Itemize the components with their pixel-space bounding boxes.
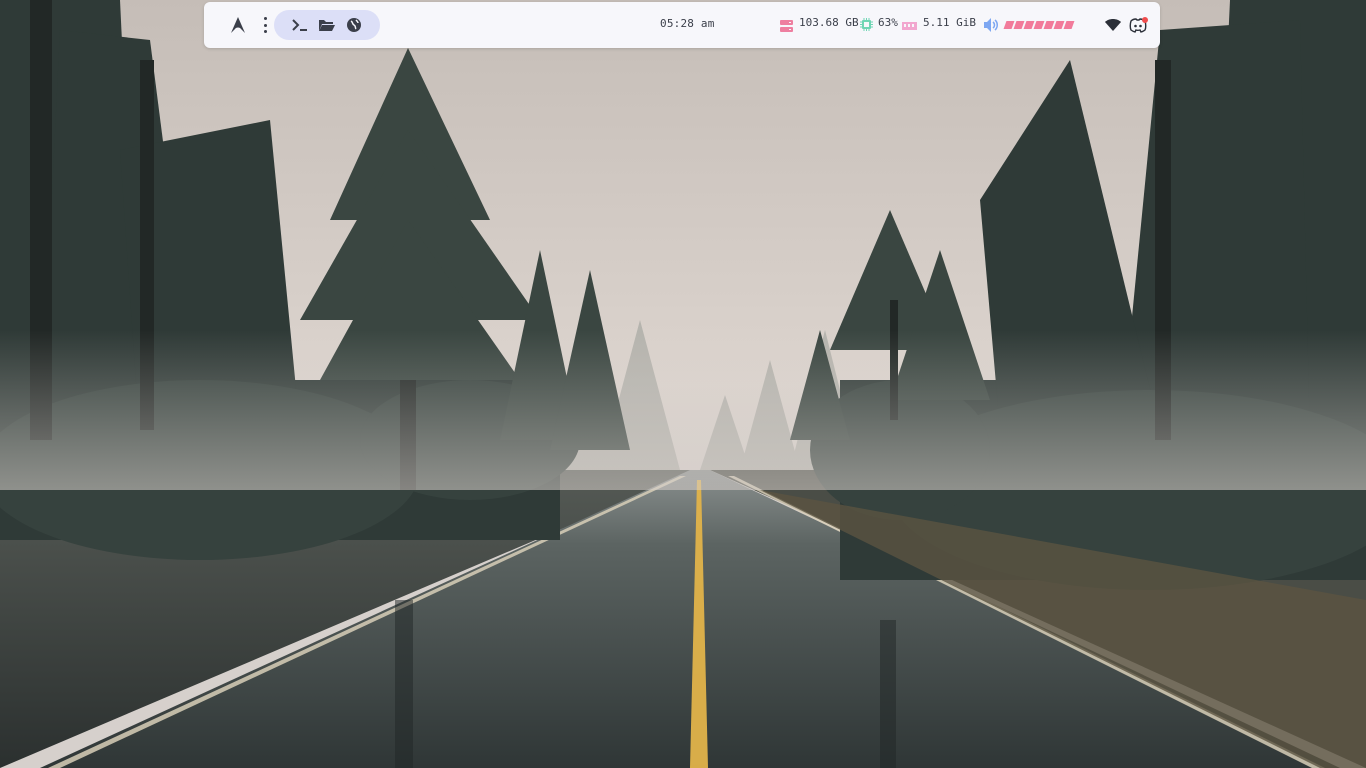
terminal-icon[interactable] (290, 16, 310, 34)
cpu-icon (860, 16, 873, 31)
desktop: 05:28 am 103.68 GB 63% 5.11 GiB (0, 0, 1366, 768)
memory-icon (902, 17, 917, 30)
memory-usage[interactable]: 5.11 GiB (902, 16, 976, 30)
disk-value: 103.68 GB (799, 16, 859, 29)
arch-logo-icon[interactable] (230, 16, 246, 34)
discord-icon[interactable] (1128, 16, 1148, 34)
cpu-value: 63% (878, 16, 898, 29)
speaker-icon[interactable] (982, 16, 1000, 34)
volume-slider[interactable] (1003, 21, 1077, 29)
wifi-icon[interactable] (1104, 16, 1122, 34)
disk-usage[interactable]: 103.68 GB (780, 16, 859, 32)
wallpaper (0, 0, 1366, 768)
volume-segment (1063, 21, 1075, 29)
hard-drive-icon (780, 17, 793, 32)
memory-value: 5.11 GiB (923, 16, 976, 29)
top-bar: 05:28 am 103.68 GB 63% 5.11 GiB (204, 2, 1160, 48)
folder-open-icon[interactable] (317, 16, 337, 34)
clock[interactable]: 05:28 am (660, 17, 715, 30)
globe-icon[interactable] (344, 16, 364, 34)
more-vertical-icon[interactable] (260, 17, 270, 33)
cpu-usage[interactable]: 63% (860, 16, 898, 31)
app-launcher (274, 10, 380, 40)
